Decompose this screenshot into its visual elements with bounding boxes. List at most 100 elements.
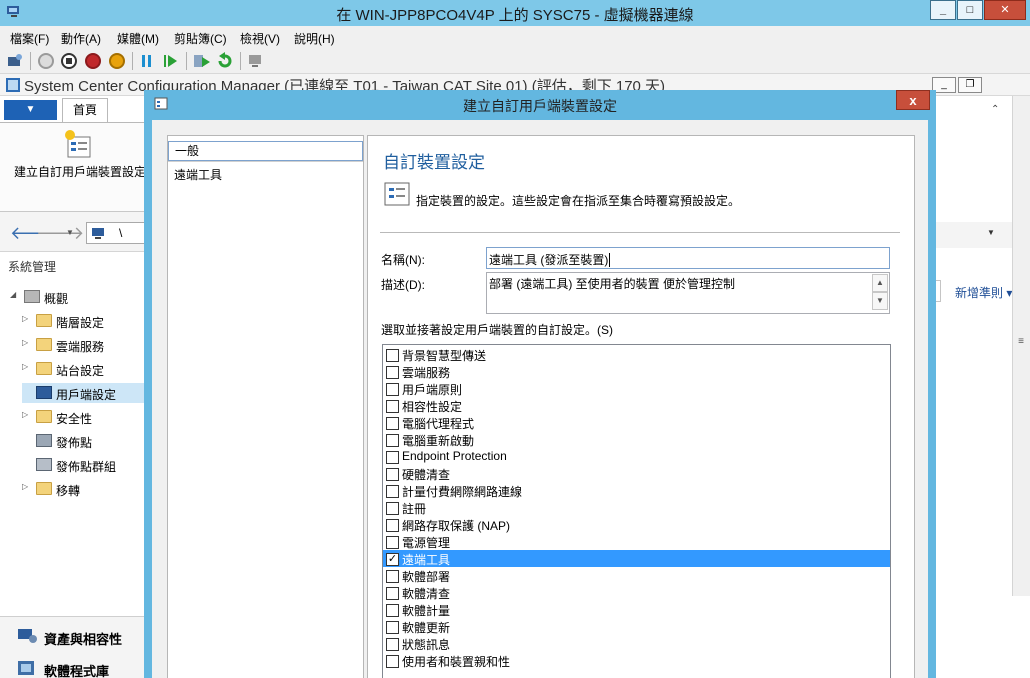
checkbox[interactable] <box>386 485 399 498</box>
forward-arrow-icon[interactable]: 🡒 <box>36 223 84 244</box>
checkbox[interactable] <box>386 655 399 668</box>
setting-row[interactable]: 軟體清查 <box>383 584 890 601</box>
name-field[interactable]: 遠端工具 (發派至裝置) <box>486 247 890 269</box>
dialog-body: 一般 遠端工具 自訂裝置設定 指定裝置的設定。這些設定會在指派至集合時覆寫預設設… <box>152 120 928 678</box>
scroll-up-icon[interactable]: ▲ <box>872 274 888 292</box>
collapse-icon[interactable]: ◢ <box>10 290 16 299</box>
setting-label: 軟體計量 <box>402 604 451 618</box>
power-icon[interactable] <box>109 53 125 69</box>
create-custom-device-settings-button[interactable]: 建立自訂用戶端裝置設定 <box>14 163 146 180</box>
checkbox[interactable] <box>386 604 399 617</box>
setting-row[interactable]: 軟體計量 <box>383 601 890 618</box>
setting-row[interactable]: 軟體部署 <box>383 567 890 584</box>
checkbox[interactable] <box>386 451 399 464</box>
expand-icon[interactable]: ▷ <box>22 410 28 419</box>
menu-media[interactable]: 媒體(M) <box>117 30 159 47</box>
setting-row[interactable]: 使用者和裝置親和性 <box>383 652 890 669</box>
collapse-ribbon-icon[interactable]: ⌃ <box>991 104 999 115</box>
dropdown-icon[interactable]: ▼ <box>987 228 995 237</box>
checkbox[interactable] <box>386 434 399 447</box>
tree-item-distribution-point-groups[interactable]: 發佈點群組 <box>22 455 148 475</box>
checkpoint-icon[interactable] <box>193 53 211 69</box>
toolbar-separator <box>30 52 31 70</box>
checkbox[interactable] <box>386 536 399 549</box>
setting-row[interactable]: 背景智慧型傳送 <box>383 346 890 363</box>
checkbox-checked[interactable]: ✓ <box>386 553 399 566</box>
setting-label: 用戶端原則 <box>402 383 463 397</box>
setting-row[interactable]: 電腦代理程式 <box>383 414 890 431</box>
history-dropdown-icon[interactable]: ▼ <box>66 228 74 237</box>
setting-row[interactable]: 註冊 <box>383 499 890 516</box>
checkbox[interactable] <box>386 621 399 634</box>
setting-row[interactable]: ✓ 遠端工具 <box>383 550 890 567</box>
setting-row[interactable]: Endpoint Protection <box>383 448 890 465</box>
checkbox[interactable] <box>386 349 399 362</box>
vm-titlebar: 在 WIN-JPP8PCO4V4P 上的 SYSC75 - 虛擬機器連線 _ □… <box>0 0 1030 26</box>
scroll-grip-icon[interactable]: ≡ <box>1015 336 1027 347</box>
description-scrollbar[interactable]: ▲ ▼ <box>872 274 888 312</box>
tab-home[interactable]: 首頁 <box>62 98 108 122</box>
menu-clipboard[interactable]: 剪貼簿(C) <box>174 30 227 47</box>
checkbox[interactable] <box>386 417 399 430</box>
setting-row[interactable]: 用戶端原則 <box>383 380 890 397</box>
create-settings-icon[interactable] <box>62 129 94 161</box>
close-button[interactable]: ✕ <box>984 0 1026 20</box>
expand-icon[interactable]: ▷ <box>22 314 28 323</box>
checkbox[interactable] <box>386 400 399 413</box>
checkbox[interactable] <box>386 519 399 532</box>
nav-remote-tools[interactable]: 遠端工具 <box>168 161 363 183</box>
setting-row[interactable]: 雲端服務 <box>383 363 890 380</box>
setting-row[interactable]: 相容性設定 <box>383 397 890 414</box>
tree-item-hierarchy[interactable]: ▷ 階層設定 <box>22 311 148 331</box>
start-icon[interactable] <box>38 53 54 69</box>
checkbox[interactable] <box>386 502 399 515</box>
checkbox[interactable] <box>386 587 399 600</box>
expand-icon[interactable]: ▷ <box>22 362 28 371</box>
checkbox[interactable] <box>386 570 399 583</box>
checkbox[interactable] <box>386 468 399 481</box>
tree-item-migration[interactable]: ▷ 移轉 <box>22 479 148 499</box>
tree-item-security[interactable]: ▷ 安全性 <box>22 407 148 427</box>
nav-general[interactable]: 一般 <box>168 141 363 161</box>
shutdown-icon[interactable] <box>85 53 101 69</box>
resume-icon[interactable] <box>163 53 179 69</box>
setting-row[interactable]: 狀態訊息 <box>383 635 890 652</box>
tree-item-client-settings[interactable]: 用戶端設定 <box>22 383 148 403</box>
setting-row[interactable]: 電源管理 <box>383 533 890 550</box>
setting-label: 遠端工具 <box>402 553 451 567</box>
menu-file[interactable]: 檔案(F) <box>10 30 49 47</box>
setting-row[interactable]: 網路存取保護 (NAP) <box>383 516 890 533</box>
add-criteria-link[interactable]: 新增準則 ▾ <box>955 284 1012 301</box>
minimize-button[interactable]: _ <box>930 0 956 20</box>
dialog-navigation: 一般 遠端工具 <box>167 135 364 678</box>
setting-row[interactable]: 軟體更新 <box>383 618 890 635</box>
dialog-close-button[interactable]: x <box>896 90 930 110</box>
checkbox[interactable] <box>386 638 399 651</box>
checkbox[interactable] <box>386 383 399 396</box>
expand-icon[interactable]: ▷ <box>22 338 28 347</box>
pause-icon[interactable] <box>140 53 154 69</box>
expand-icon[interactable]: ▷ <box>22 482 28 491</box>
revert-icon[interactable] <box>216 52 234 70</box>
setting-row[interactable]: 計量付費網際網路連線 <box>383 482 890 499</box>
scroll-down-icon[interactable]: ▼ <box>872 292 888 310</box>
checkbox[interactable] <box>386 366 399 379</box>
setting-row[interactable]: 硬體清查 <box>383 465 890 482</box>
enhanced-session-icon[interactable] <box>247 53 265 69</box>
menu-help[interactable]: 說明(H) <box>294 30 335 47</box>
description-field[interactable]: 部署 (遠端工具) 至使用者的裝置 便於管理控制 ▲ ▼ <box>486 272 890 314</box>
tree-item-cloud-services[interactable]: ▷ 雲端服務 <box>22 335 148 355</box>
menu-view[interactable]: 檢視(V) <box>240 30 280 47</box>
tree-item-overview[interactable]: ◢ 概觀 <box>10 287 148 307</box>
maximize-button[interactable]: □ <box>957 0 983 20</box>
tree-item-site-config[interactable]: ▷ 站台設定 <box>22 359 148 379</box>
menu-action[interactable]: 動作(A) <box>61 30 101 47</box>
console-scrollbar[interactable]: ≡ <box>1012 96 1030 596</box>
setting-row[interactable]: 電腦重新啟動 <box>383 431 890 448</box>
ctrl-alt-del-icon[interactable] <box>7 53 25 69</box>
console-restore-button[interactable]: ❐ <box>958 77 982 93</box>
nav-path-field[interactable]: \ <box>86 222 146 244</box>
ribbon-menu-button[interactable]: ▼ <box>4 100 57 120</box>
tree-item-distribution-points[interactable]: 發佈點 <box>22 431 148 451</box>
turn-off-icon[interactable] <box>61 53 77 69</box>
